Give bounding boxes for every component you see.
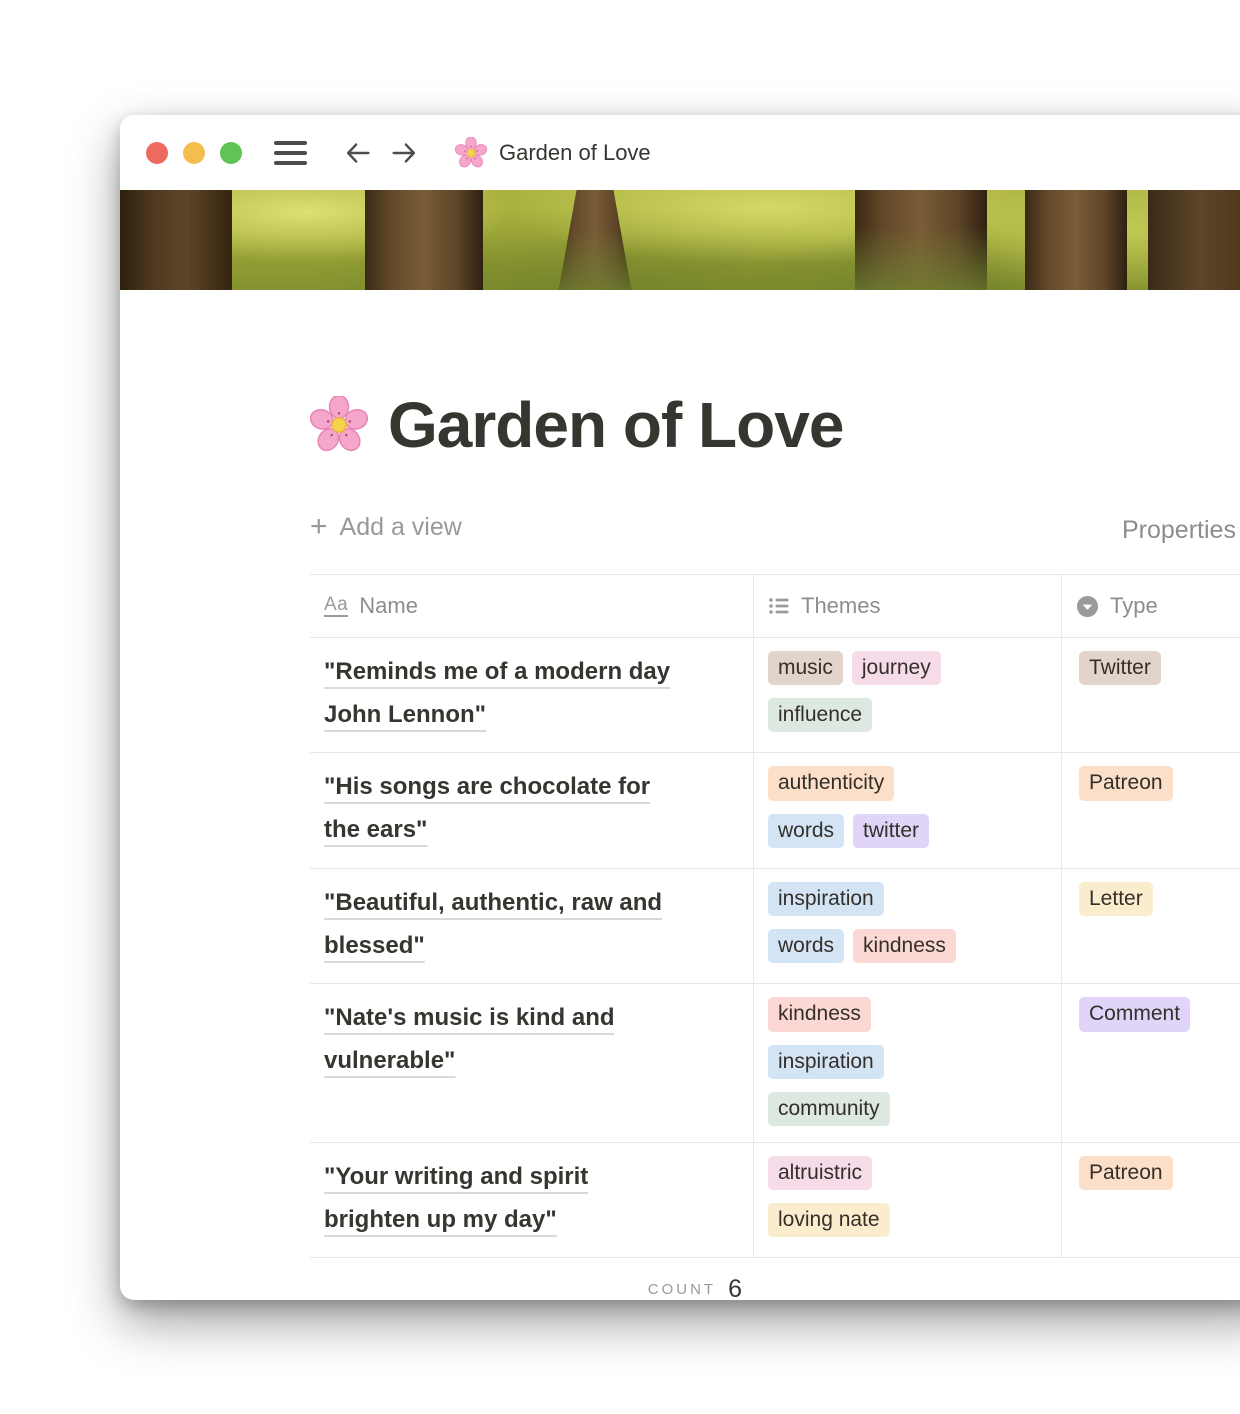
back-arrow-icon[interactable] [343,138,373,168]
tree-trunk [558,190,632,290]
row-title-link[interactable]: "His songs are chocolate for [324,773,650,800]
themes-cell[interactable]: authenticity words twitter [754,753,1062,867]
tree-trunk [1148,190,1240,290]
page-icon-cherry-blossom[interactable] [310,396,368,454]
theme-tag: kindness [768,997,871,1031]
table-row: "Beautiful, authentic, raw and blessed" in… [310,869,1240,984]
row-title-link[interactable]: blessed" [324,932,425,959]
row-title-link[interactable]: brighten up my day" [324,1206,557,1233]
column-header-themes[interactable]: Themes [754,575,1062,637]
theme-tag: influence [768,698,872,732]
table-row: "His songs are chocolate for the ears" aut… [310,753,1240,868]
type-cell[interactable]: Patreon [1062,1143,1240,1257]
tree-trunk [855,190,987,290]
table-row: "Reminds me of a modern day John Lennon" m… [310,638,1240,753]
table-row: "Your writing and spirit brighten up my d… [310,1143,1240,1258]
theme-tag: altruistric [768,1156,872,1190]
theme-tag: music [768,651,843,685]
desktop-background: Garden of Love Garden of Love + Add a vi… [0,0,1240,1414]
tree-trunk [1025,190,1127,290]
view-toolbar: + Add a view Properties [310,512,1240,552]
type-tag: Comment [1079,997,1190,1031]
row-title-link[interactable]: John Lennon" [324,701,486,728]
theme-tag: words [768,814,844,848]
type-cell[interactable]: Patreon [1062,753,1240,867]
name-cell[interactable]: "His songs are chocolate for the ears" [310,753,754,867]
theme-tag: kindness [853,929,956,963]
name-cell[interactable]: "Nate's music is kind and vulnerable" [310,984,754,1142]
close-window-button[interactable] [146,142,168,164]
row-title-link[interactable]: "Reminds me of a modern day [324,658,670,685]
column-label: Name [359,593,418,619]
theme-tag: inspiration [768,882,884,916]
theme-tag: community [768,1092,890,1126]
forward-arrow-icon[interactable] [389,138,419,168]
theme-tag: inspiration [768,1045,884,1079]
select-property-icon [1076,595,1099,618]
traffic-lights [146,142,242,164]
themes-cell[interactable]: altruistric loving nate [754,1143,1062,1257]
type-tag: Twitter [1079,651,1161,685]
themes-cell[interactable]: inspiration words kindness [754,869,1062,983]
multi-select-list-icon [768,595,790,617]
name-cell[interactable]: "Beautiful, authentic, raw and blessed" [310,869,754,983]
type-tag: Patreon [1079,1156,1173,1190]
row-title-link[interactable]: "Beautiful, authentic, raw and [324,889,662,916]
themes-cell[interactable]: kindness inspiration community [754,984,1062,1142]
properties-button[interactable]: Properties [1122,516,1236,545]
page-cover-forest-photo [120,190,1240,290]
database-table: Aa Name Themes [310,574,1240,1320]
table-header-row: Aa Name Themes [310,574,1240,638]
type-cell[interactable]: Comment [1062,984,1240,1142]
zoom-window-button[interactable] [220,142,242,164]
page-header: Garden of Love [310,388,1240,462]
type-cell[interactable]: Letter [1062,869,1240,983]
document-title-text: Garden of Love [499,140,651,166]
row-title-link[interactable]: "Nate's music is kind and [324,1004,615,1031]
tree-trunk [365,190,483,290]
tree-trunk [120,190,232,290]
add-view-button[interactable]: + Add a view [310,512,462,542]
page-title: Garden of Love [388,388,843,462]
name-cell[interactable]: "Reminds me of a modern day John Lennon" [310,638,754,752]
row-title-link[interactable]: "Your writing and spirit [324,1163,588,1190]
theme-tag: journey [852,651,941,685]
column-label: Themes [801,593,880,619]
column-label: Type [1110,593,1158,619]
type-tag: Letter [1079,882,1153,916]
app-window: Garden of Love Garden of Love + Add a vi… [120,115,1240,1300]
title-property-icon: Aa [324,595,348,618]
type-tag: Patreon [1079,766,1173,800]
column-header-name[interactable]: Aa Name [310,575,754,637]
sidebar-menu-icon[interactable] [274,141,307,165]
minimize-window-button[interactable] [183,142,205,164]
theme-tag: words [768,929,844,963]
theme-tag: authenticity [768,766,894,800]
table-body: "Reminds me of a modern day John Lennon" m… [310,638,1240,1258]
type-cell[interactable]: Twitter [1062,638,1240,752]
window-titlebar: Garden of Love [120,115,1240,190]
table-row: "Nate's music is kind and vulnerable" kind… [310,984,1240,1143]
column-header-type[interactable]: Type [1062,575,1240,637]
themes-cell[interactable]: music journey influence [754,638,1062,752]
theme-tag: twitter [853,814,929,848]
name-cell[interactable]: "Your writing and spirit brighten up my d… [310,1143,754,1257]
row-title-link[interactable]: the ears" [324,816,427,843]
cherry-blossom-icon [455,137,487,169]
row-title-link[interactable]: vulnerable" [324,1047,455,1074]
count-value: 6 [728,1275,742,1304]
theme-tag: loving nate [768,1203,890,1237]
document-title: Garden of Love [455,137,651,169]
plus-icon: + [310,512,328,542]
add-view-label: Add a view [340,513,462,542]
count-label: COUNT [648,1281,716,1298]
table-footer: COUNT 6 [310,1258,1240,1320]
count-aggregate[interactable]: COUNT 6 [310,1258,754,1320]
